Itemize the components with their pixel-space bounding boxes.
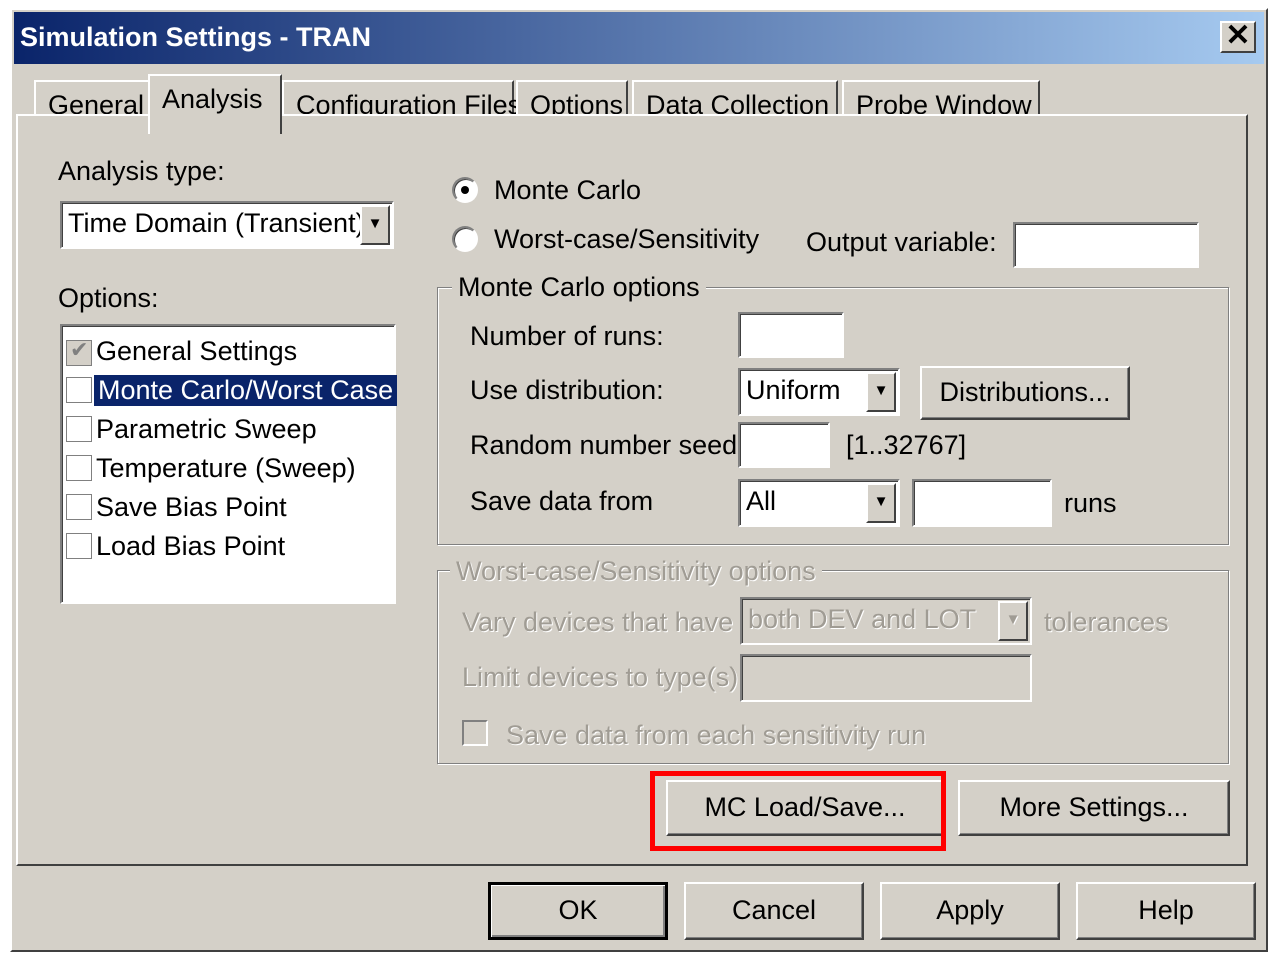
- output-variable-input[interactable]: [1013, 222, 1199, 268]
- save-sensitivity-checkbox: [462, 720, 488, 746]
- radio-selected-dot: [461, 186, 469, 194]
- random-seed-input[interactable]: [738, 422, 830, 468]
- save-data-from-value: All: [746, 486, 777, 516]
- monte-carlo-checkbox[interactable]: [66, 377, 92, 403]
- check-icon: ✔: [70, 337, 89, 362]
- runs-suffix-label: runs: [1064, 488, 1117, 518]
- more-settings-button-label: More Settings...: [999, 792, 1189, 822]
- chevron-down-icon: ▼: [998, 601, 1028, 641]
- vary-devices-label: Vary devices that have: [462, 607, 734, 637]
- use-distribution-label: Use distribution:: [470, 375, 664, 405]
- monte-carlo-options-legend: Monte Carlo options: [452, 272, 706, 303]
- ok-button[interactable]: OK: [488, 882, 668, 940]
- options-label: Options:: [58, 283, 159, 313]
- analysis-type-label: Analysis type:: [58, 156, 225, 186]
- list-item-label: Load Bias Point: [96, 531, 286, 561]
- chevron-down-icon[interactable]: ▼: [866, 483, 896, 523]
- output-variable-label: Output variable:: [806, 227, 997, 257]
- help-button-label: Help: [1138, 895, 1194, 925]
- cancel-button-label: Cancel: [731, 895, 817, 925]
- worst-case-radio-label[interactable]: Worst-case/Sensitivity: [494, 224, 759, 255]
- panel-content: Analysis type: Time Domain (Transient) ▼…: [0, 0, 1273, 956]
- chevron-down-icon[interactable]: ▼: [360, 205, 390, 245]
- apply-button-label: Apply: [936, 895, 1004, 925]
- list-item-label: Parametric Sweep: [96, 414, 317, 444]
- options-list[interactable]: ✔ General Settings Monte Carlo/Worst Cas…: [60, 324, 398, 604]
- list-item-temperature-sweep[interactable]: Temperature (Sweep): [62, 449, 390, 487]
- number-of-runs-label: Number of runs:: [470, 321, 664, 351]
- list-item-load-bias-point[interactable]: Load Bias Point: [62, 527, 390, 565]
- temperature-sweep-checkbox[interactable]: [66, 455, 92, 481]
- vary-devices-value: both DEV and LOT: [748, 604, 977, 634]
- random-seed-label: Random number seed:: [470, 430, 745, 460]
- chevron-down-icon[interactable]: ▼: [866, 372, 896, 412]
- distributions-button-label: Distributions...: [939, 377, 1111, 407]
- save-runs-input[interactable]: [912, 479, 1052, 527]
- general-settings-checkbox: ✔: [66, 337, 92, 366]
- tolerances-suffix-label: tolerances: [1044, 607, 1169, 637]
- more-settings-button[interactable]: More Settings...: [958, 780, 1230, 836]
- list-item-label: Save Bias Point: [96, 492, 287, 522]
- help-button[interactable]: Help: [1076, 882, 1256, 940]
- distribution-select[interactable]: Uniform ▼: [738, 368, 900, 416]
- number-of-runs-input[interactable]: [738, 312, 844, 358]
- save-sensitivity-label: Save data from each sensitivity run: [506, 720, 927, 750]
- list-item-monte-carlo[interactable]: Monte Carlo/Worst Case: [62, 371, 398, 409]
- list-item-label: Monte Carlo/Worst Case: [94, 375, 398, 406]
- seed-range-text: [1..32767]: [846, 430, 967, 460]
- analysis-type-value: Time Domain (Transient): [68, 208, 365, 238]
- worst-case-options-legend: Worst-case/Sensitivity options: [450, 556, 822, 587]
- parametric-sweep-checkbox[interactable]: [66, 416, 92, 442]
- load-bias-point-checkbox[interactable]: [66, 533, 92, 559]
- list-item-parametric-sweep[interactable]: Parametric Sweep: [62, 410, 390, 448]
- vary-devices-select: both DEV and LOT ▼: [740, 597, 1032, 645]
- worst-case-radio[interactable]: [452, 226, 478, 252]
- save-bias-point-checkbox[interactable]: [66, 494, 92, 520]
- save-data-from-select[interactable]: All ▼: [738, 479, 900, 527]
- monte-carlo-radio-label[interactable]: Monte Carlo: [494, 175, 641, 206]
- save-data-from-label: Save data from: [470, 486, 654, 516]
- distributions-button[interactable]: Distributions...: [920, 366, 1130, 420]
- list-item-save-bias-point[interactable]: Save Bias Point: [62, 488, 390, 526]
- list-item-label: Temperature (Sweep): [96, 453, 356, 483]
- ok-button-label: OK: [558, 895, 598, 925]
- analysis-type-select[interactable]: Time Domain (Transient) ▼: [60, 201, 394, 249]
- distribution-value: Uniform: [746, 375, 841, 405]
- limit-devices-input: [740, 654, 1032, 702]
- limit-devices-label: Limit devices to type(s):: [462, 662, 746, 692]
- highlight-box: [650, 771, 946, 851]
- apply-button[interactable]: Apply: [880, 882, 1060, 940]
- list-item-label: General Settings: [96, 336, 298, 366]
- monte-carlo-radio[interactable]: [452, 177, 478, 203]
- list-item-general-settings[interactable]: ✔ General Settings: [62, 332, 390, 370]
- cancel-button[interactable]: Cancel: [684, 882, 864, 940]
